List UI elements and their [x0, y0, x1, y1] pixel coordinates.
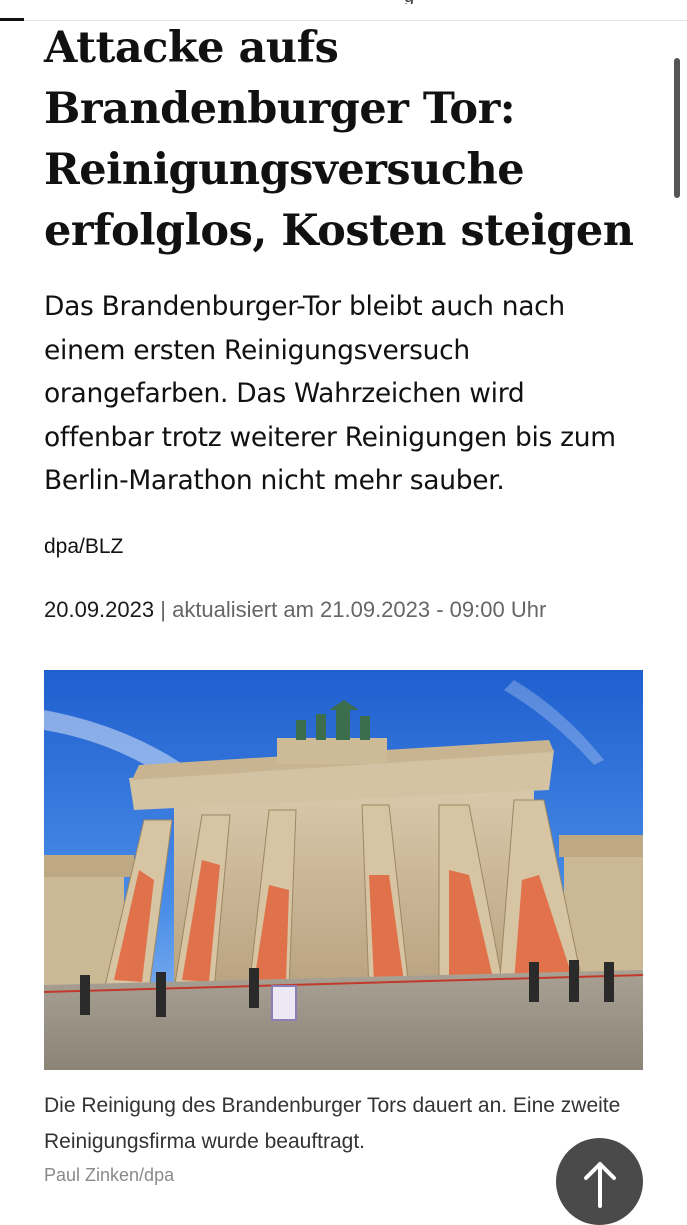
article-source: dpa/BLZ [44, 535, 124, 558]
date-separator: | [160, 597, 166, 622]
image-credit: Paul Zinken/dpa [44, 1165, 175, 1185]
article-photo[interactable] [44, 670, 643, 1070]
clipped-nav-text: g [404, 0, 444, 4]
scrollbar[interactable] [674, 58, 680, 198]
updated-date: aktualisiert am 21.09.2023 - 09:00 Uhr [172, 597, 547, 622]
menu-bar-fragment [0, 18, 24, 21]
article-lead: Das Brandenburger-Tor bleibt auch nach e… [44, 291, 616, 496]
article-dates: 20.09.2023 | aktualisiert am 21.09.2023 … [44, 597, 546, 623]
arrow-up-icon [583, 1162, 616, 1208]
article-headline: Attacke aufs Brandenburger Tor: Reinigun… [44, 23, 634, 256]
image-caption: Die Reinigung des Brandenburger Tors dau… [44, 1094, 621, 1153]
scroll-to-top-button[interactable] [556, 1138, 643, 1225]
publish-date: 20.09.2023 [44, 597, 155, 622]
